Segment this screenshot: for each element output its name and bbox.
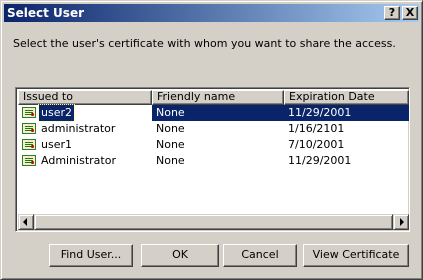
column-header-issued-to[interactable]: Issued to [18, 90, 152, 105]
cell-friendly-name: None [152, 105, 284, 121]
issued-to-text: user2 [38, 104, 75, 122]
help-icon: ? [388, 6, 396, 19]
cancel-button[interactable]: Cancel [223, 244, 297, 267]
certificate-icon [22, 155, 36, 166]
view-certificate-button[interactable]: View Certificate [303, 244, 409, 267]
cell-expiration-date: 1/16/2101 [288, 122, 345, 135]
issued-to-text: user1 [41, 138, 72, 151]
cell-issued-to: user1 [22, 137, 152, 153]
cell-expiration-date: 11/29/2001 [284, 105, 409, 121]
table-row[interactable]: user2 None 11/29/2001 [18, 104, 409, 122]
close-icon: X [405, 6, 415, 19]
cell-expiration-date: 7/10/2001 [288, 138, 345, 151]
issued-to-text: Administrator [41, 154, 116, 167]
certificate-list[interactable]: Issued to Friendly name Expiration Date … [15, 87, 410, 232]
scroll-right-button[interactable] [393, 214, 409, 230]
arrow-left-icon [23, 218, 27, 226]
scroll-left-button[interactable] [18, 214, 34, 230]
certificate-icon [22, 139, 36, 150]
column-header-friendly-name[interactable]: Friendly name [152, 90, 284, 105]
certificate-icon [22, 107, 36, 118]
cell-issued-to: user2 [22, 104, 152, 122]
horizontal-scrollbar[interactable] [18, 214, 409, 230]
window-title: Select User [7, 6, 85, 20]
table-row[interactable]: Administrator None 11/29/2001 [18, 153, 409, 169]
arrow-right-icon [400, 218, 404, 226]
issued-to-text: administrator [41, 122, 116, 135]
list-header: Issued to Friendly name Expiration Date [18, 90, 409, 105]
cell-issued-to: Administrator [22, 153, 152, 169]
column-header-expiration-date[interactable]: Expiration Date [284, 90, 409, 105]
certificate-icon [22, 123, 36, 134]
close-button[interactable]: X [402, 6, 418, 20]
table-row[interactable]: administrator None 1/16/2101 [18, 121, 409, 137]
select-user-dialog: Select User ? X Select the user's certif… [0, 0, 423, 280]
cell-friendly-name: None [156, 138, 185, 151]
ok-button[interactable]: OK [141, 244, 219, 267]
cell-expiration-date: 11/29/2001 [288, 154, 352, 167]
title-bar[interactable]: Select User ? X [4, 4, 419, 22]
find-user-button[interactable]: Find User... [49, 244, 133, 267]
instruction-text: Select the user's certificate with whom … [13, 37, 396, 50]
scroll-thumb[interactable] [34, 214, 393, 230]
help-button[interactable]: ? [384, 6, 400, 20]
cell-friendly-name: None [156, 154, 185, 167]
table-row[interactable]: user1 None 7/10/2001 [18, 137, 409, 153]
cell-issued-to: administrator [22, 121, 152, 137]
cell-friendly-name: None [156, 122, 185, 135]
